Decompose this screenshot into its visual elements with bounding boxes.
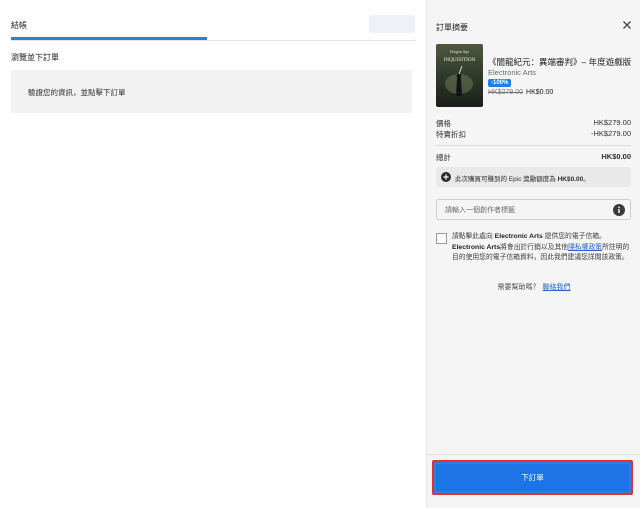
email-consent-text: 請點擊此處向 Electronic Arts 提供您的電子信箱。 Electron… (452, 232, 632, 264)
reward-amount: HK$0.00 (557, 176, 584, 183)
reward-info: 此次購買可賺到的 Epic 獎勵額度為 HK$0.00。 (436, 167, 631, 187)
product-publisher: Electronic Arts (488, 68, 536, 77)
verify-text: 驗證您的資訊，並點擊下訂單 (28, 88, 126, 97)
original-price: HK$279.00 (488, 89, 524, 96)
tab-placeholder (369, 15, 415, 33)
plus-circle-icon (441, 172, 451, 182)
section-title: 瀏覽並下訂單 (11, 53, 59, 62)
consent-part2: 提供您的電子信箱。 (542, 233, 606, 240)
total-row: 總計 HK$0.00 (436, 152, 631, 163)
checkout-panel: 結帳 瀏覽並下訂單 驗證您的資訊，並點擊下訂單 (0, 0, 426, 508)
final-price: HK$0.00 (526, 89, 554, 96)
discount-badge: -100% (488, 79, 512, 87)
tab-checkout[interactable]: 結帳 (11, 20, 27, 31)
summary-divider (436, 145, 631, 146)
order-footer: 下訂單 (427, 454, 640, 508)
place-order-label: 下訂單 (521, 473, 544, 482)
place-order-button[interactable]: 下訂單 (432, 460, 633, 495)
email-consent-checkbox[interactable] (436, 233, 447, 244)
order-summary-title: 訂單摘要 (436, 23, 468, 32)
price-row: 價格 HK$279.00 (436, 118, 631, 129)
cover-text-top: Dragon Age (450, 49, 470, 54)
reward-suffix: 。 (583, 176, 590, 183)
reward-text: 此次購買可賺到的 Epic 獎勵額度為 HK$0.00。 (455, 173, 590, 183)
verify-info-box: 驗證您的資訊，並點擊下訂單 (11, 70, 412, 113)
consent-brand2: Electronic Arts (452, 243, 501, 251)
contact-us-link[interactable]: 聯絡我們 (543, 284, 571, 291)
total-value: HK$0.00 (601, 152, 631, 161)
price-label: 價格 (436, 119, 451, 128)
checkout-tabbar: 結帳 (11, 0, 416, 41)
reward-text-prefix: 此次購買可賺到的 Epic 獎勵額度為 (455, 176, 558, 183)
close-icon[interactable] (620, 18, 634, 32)
price-value: HK$279.00 (593, 118, 631, 127)
consent-brand1: Electronic Arts (494, 233, 543, 240)
product-cover-image: Dragon Age INQUISITION (436, 44, 483, 107)
discount-value: -HK$279.00 (590, 129, 631, 138)
discount-row: 特賣折扣 -HK$279.00 (436, 129, 631, 140)
help-row: 需要幫助嗎？ 聯絡我們 (427, 282, 640, 292)
consent-part3: 將會出於行銷以及其他 (500, 243, 569, 251)
creator-tag-field[interactable] (436, 199, 631, 220)
creator-tag-input[interactable] (445, 203, 605, 217)
privacy-policy-link[interactable]: 隱私權政策 (568, 244, 602, 251)
info-icon[interactable] (613, 204, 625, 216)
product-name: 《闇龍紀元：異端審判》– 年度遊戲版 (488, 57, 632, 67)
cover-text-title: INQUISITION (444, 57, 476, 63)
discount-label: 特賣折扣 (436, 130, 466, 139)
help-text: 需要幫助嗎？ (497, 284, 540, 291)
total-label: 總計 (436, 153, 451, 162)
product-prices: HK$279.00 HK$0.00 (488, 89, 553, 96)
order-summary-panel: 訂單摘要 Dragon Age INQUISITION 《闇龍紀元：異端審判》–… (426, 0, 640, 508)
consent-part1: 請點擊此處向 (452, 233, 495, 240)
tab-active-indicator (11, 37, 207, 40)
